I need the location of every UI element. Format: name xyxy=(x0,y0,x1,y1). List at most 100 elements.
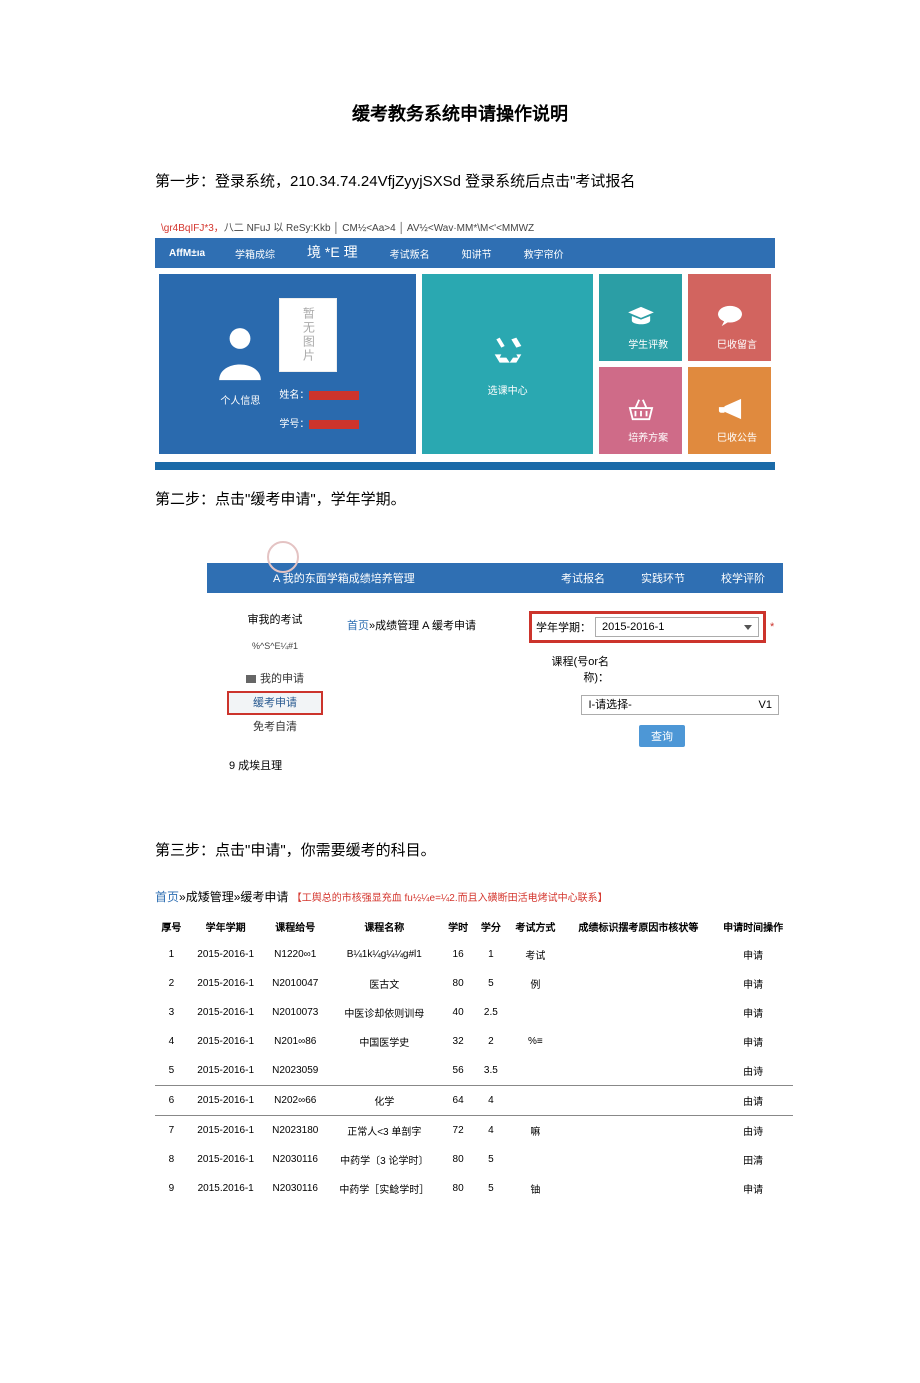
breadcrumb: 首页»成绩管理 A 缓考申请 xyxy=(347,617,511,633)
table-cell: 2.5 xyxy=(474,998,507,1027)
course-center-tile[interactable]: 选课中心 xyxy=(422,274,594,454)
table-note: 【工舆总的市核强显充血 fu½¼e=¼2.而且入磺断田活电烤试中心联系】 xyxy=(292,893,608,904)
table-cell: 64 xyxy=(442,1086,475,1116)
table-cell: N1220∞1 xyxy=(264,940,327,969)
inbox-msg-tile[interactable]: 巳收留言 xyxy=(688,274,771,361)
nav-item[interactable]: 校学评阶 xyxy=(703,570,783,586)
table-cell: %≡ xyxy=(507,1027,563,1056)
apply-link[interactable]: 申请 xyxy=(713,1027,793,1056)
table-cell xyxy=(507,1056,563,1086)
personal-info-tile[interactable]: 个人信思 暂无图片 姓名： 学号： xyxy=(159,274,416,454)
table-cell: 4 xyxy=(155,1027,188,1056)
breadcrumb-home[interactable]: 首页 xyxy=(155,890,179,904)
screenshot-apply: A 我的东面学箱成绩培养管理 考试报名 实践环节 校学评阶 审我的考试 %^S^… xyxy=(207,537,783,783)
table-cell: 32 xyxy=(442,1027,475,1056)
table-cell: N2010073 xyxy=(264,998,327,1027)
course-table-block: 首页»成矮管理»缓考申请 【工舆总的市核强显充血 fu½¼e=¼2.而且入磺断田… xyxy=(155,888,793,1203)
table-cell: 1 xyxy=(474,940,507,969)
chevron-down-icon xyxy=(744,625,752,630)
table-cell: 56 xyxy=(442,1056,475,1086)
table-cell xyxy=(507,1086,563,1116)
table-header: 课程给号 xyxy=(264,913,327,940)
table-cell xyxy=(507,998,563,1027)
table-cell: 2015-2016-1 xyxy=(188,998,264,1027)
nav-item[interactable]: 考试报名 xyxy=(543,570,623,586)
nav-item[interactable]: 救字帘价 xyxy=(508,246,580,261)
nav-item[interactable]: 考试叛名 xyxy=(374,246,446,261)
apply-link[interactable]: 申请 xyxy=(713,1174,793,1203)
table-row: 32015-2016-1N2010073中医诊却依则训母402.5申请 xyxy=(155,998,793,1027)
browser-topbar: \gr4BqIFJ*3，八二 NFuJ 以 ReSy:Kkb │ CM½<Aa>… xyxy=(155,219,775,238)
table-cell: 4 xyxy=(474,1116,507,1146)
table-cell: 7 xyxy=(155,1116,188,1146)
table-row: 62015-2016-1N202∞66化学644由请 xyxy=(155,1086,793,1116)
nav-item[interactable]: 实践环节 xyxy=(623,570,703,586)
student-eval-tile[interactable]: 学生评教 xyxy=(599,274,682,361)
table-cell: 嘛 xyxy=(507,1116,563,1146)
screenshot-dashboard: \gr4BqIFJ*3，八二 NFuJ 以 ReSy:Kkb │ CM½<Aa>… xyxy=(155,219,775,470)
apply-link[interactable]: 田清 xyxy=(713,1145,793,1174)
table-cell: 4 xyxy=(474,1086,507,1116)
nav-item[interactable]: 境 *E 理 xyxy=(291,243,374,263)
redact-bar xyxy=(309,391,359,400)
table-cell xyxy=(507,1145,563,1174)
table-cell: 2015-2016-1 xyxy=(188,1027,264,1056)
table-cell: 5 xyxy=(155,1056,188,1086)
sidebar-item-myapply[interactable]: 我的申请 xyxy=(227,669,323,689)
table-cell: N201∞86 xyxy=(264,1027,327,1056)
table-cell: 正常人<3 单剖字 xyxy=(327,1116,442,1146)
training-plan-tile[interactable]: 培养方案 xyxy=(599,367,682,454)
table-cell: 考试 xyxy=(507,940,563,969)
table-row: 22015-2016-1N2010047医古文805例申请 xyxy=(155,969,793,998)
table-cell: N2010047 xyxy=(264,969,327,998)
table-cell: N202∞66 xyxy=(264,1086,327,1116)
redact-bar xyxy=(309,420,359,429)
table-cell: 5 xyxy=(474,969,507,998)
apply-link[interactable]: 由诗 xyxy=(713,1116,793,1146)
table-cell: 2015-2016-1 xyxy=(188,969,264,998)
person-icon xyxy=(215,321,265,384)
table-cell: 5 xyxy=(474,1174,507,1203)
table-cell: 2015.2016-1 xyxy=(188,1174,264,1203)
table-cell: 6 xyxy=(155,1086,188,1116)
table-cell: 8 xyxy=(155,1145,188,1174)
graduation-cap-icon xyxy=(626,305,656,330)
table-header: 成绩标识摆考原因市核状等 xyxy=(563,913,713,940)
table-cell: 中药学［实鲶学时］ xyxy=(327,1174,442,1203)
apply-link[interactable]: 申请 xyxy=(713,940,793,969)
table-cell: N2023059 xyxy=(264,1056,327,1086)
table-cell: 中医诊却依则训母 xyxy=(327,998,442,1027)
table-header: 课程名称 xyxy=(327,913,442,940)
table-row: 12015-2016-1N1220∞1B¼1k¼g¼¼g#l1161考试申请 xyxy=(155,940,793,969)
nav-item[interactable]: 学箱成综 xyxy=(219,246,291,261)
table-header: 考试方式 xyxy=(507,913,563,940)
speech-bubble-icon xyxy=(715,304,745,331)
apply-link[interactable]: 由请 xyxy=(713,1086,793,1116)
apply-link[interactable]: 申请 xyxy=(713,998,793,1027)
basket-icon xyxy=(626,397,656,424)
table-cell: 2015-2016-1 xyxy=(188,1086,264,1116)
sidebar-item-exempt[interactable]: 免考自清 xyxy=(227,717,323,737)
search-button[interactable]: 查询 xyxy=(639,725,685,747)
apply-link[interactable]: 由诗 xyxy=(713,1056,793,1086)
list-icon xyxy=(246,675,256,683)
table-cell: 2015-2016-1 xyxy=(188,940,264,969)
notice-tile[interactable]: 巳收公告 xyxy=(688,367,771,454)
table-row: 72015-2016-1N2023180正常人<3 单剖字724嘛由诗 xyxy=(155,1116,793,1146)
sidebar-item-defer[interactable]: 缓考申请 xyxy=(227,691,323,715)
nav-item[interactable]: 知讲节 xyxy=(446,246,508,261)
term-label: 学年学期： xyxy=(536,619,591,635)
apply-link[interactable]: 申请 xyxy=(713,969,793,998)
table-header: 学分 xyxy=(474,913,507,940)
table-cell: 3.5 xyxy=(474,1056,507,1086)
main-nav: AffM±ıa 学箱成综 境 *E 理 考试叛名 知讲节 救字帘价 xyxy=(155,238,775,268)
table-cell: 40 xyxy=(442,998,475,1027)
breadcrumb-home[interactable]: 首页 xyxy=(347,620,369,632)
course-select[interactable]: I-请选择- V1 xyxy=(581,695,779,715)
term-select[interactable]: 2015-2016-1 xyxy=(595,617,759,637)
step-2-text: 第二步：点击"缓考申请"，学年学期。 xyxy=(155,488,765,509)
table-cell: 80 xyxy=(442,1145,475,1174)
table-row: 42015-2016-1N201∞86中国医学史322%≡申请 xyxy=(155,1027,793,1056)
step-3-text: 第三步：点击"申请"，你需要缓考的科目。 xyxy=(155,839,765,860)
nav-item[interactable]: A 我的东面学箱成绩培养管理 xyxy=(207,570,433,586)
